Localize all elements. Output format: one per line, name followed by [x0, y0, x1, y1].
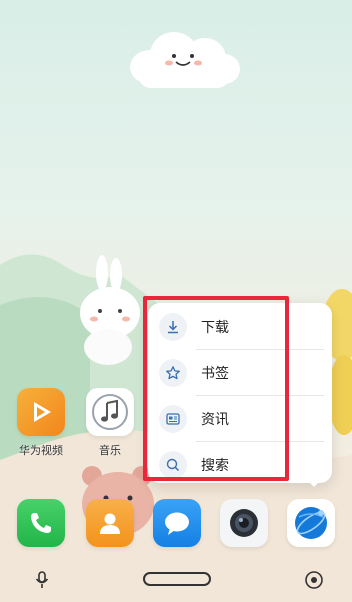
huawei-video-app[interactable]: [17, 388, 65, 436]
menu-divider: [196, 349, 324, 350]
menu-item-label: 搜索: [201, 458, 229, 474]
huawei-video-icon: [34, 402, 51, 422]
menu-item-download[interactable]: 下载: [156, 305, 324, 349]
music-label: 音乐: [99, 444, 121, 457]
contacts-app[interactable]: [86, 499, 134, 547]
music-icon: [92, 394, 128, 430]
news-icon: [159, 405, 187, 433]
eye-icon[interactable]: [304, 571, 324, 589]
browser-shortcut-menu: 下载 书签 资讯 搜索: [148, 303, 332, 483]
wallpaper-bunny: [80, 255, 140, 365]
messages-icon: [165, 512, 189, 535]
phone-app[interactable]: [17, 499, 65, 547]
download-icon: [159, 313, 187, 341]
messages-app[interactable]: [153, 499, 201, 547]
microphone-icon[interactable]: [33, 570, 51, 590]
phone-icon: [31, 513, 51, 533]
browser-icon: [295, 507, 327, 539]
menu-item-label: 书签: [201, 366, 229, 382]
huawei-video-label: 华为视频: [19, 444, 63, 457]
wallpaper-cloud: [122, 28, 244, 90]
menu-divider: [196, 395, 324, 396]
contacts-icon: [100, 513, 120, 534]
camera-app[interactable]: [220, 499, 268, 547]
home-gesture-pill[interactable]: [143, 572, 211, 586]
browser-app[interactable]: [287, 499, 335, 547]
menu-item-bookmarks[interactable]: 书签: [156, 351, 324, 395]
menu-item-search[interactable]: 搜索: [156, 443, 324, 487]
star-icon: [159, 359, 187, 387]
menu-divider: [196, 441, 324, 442]
menu-item-news[interactable]: 资讯: [156, 397, 324, 441]
menu-item-label: 下载: [201, 320, 229, 336]
search-icon: [159, 451, 187, 479]
music-app[interactable]: [86, 388, 134, 436]
camera-icon: [230, 509, 258, 537]
menu-item-label: 资讯: [201, 412, 229, 428]
menu-pointer: [306, 479, 322, 487]
